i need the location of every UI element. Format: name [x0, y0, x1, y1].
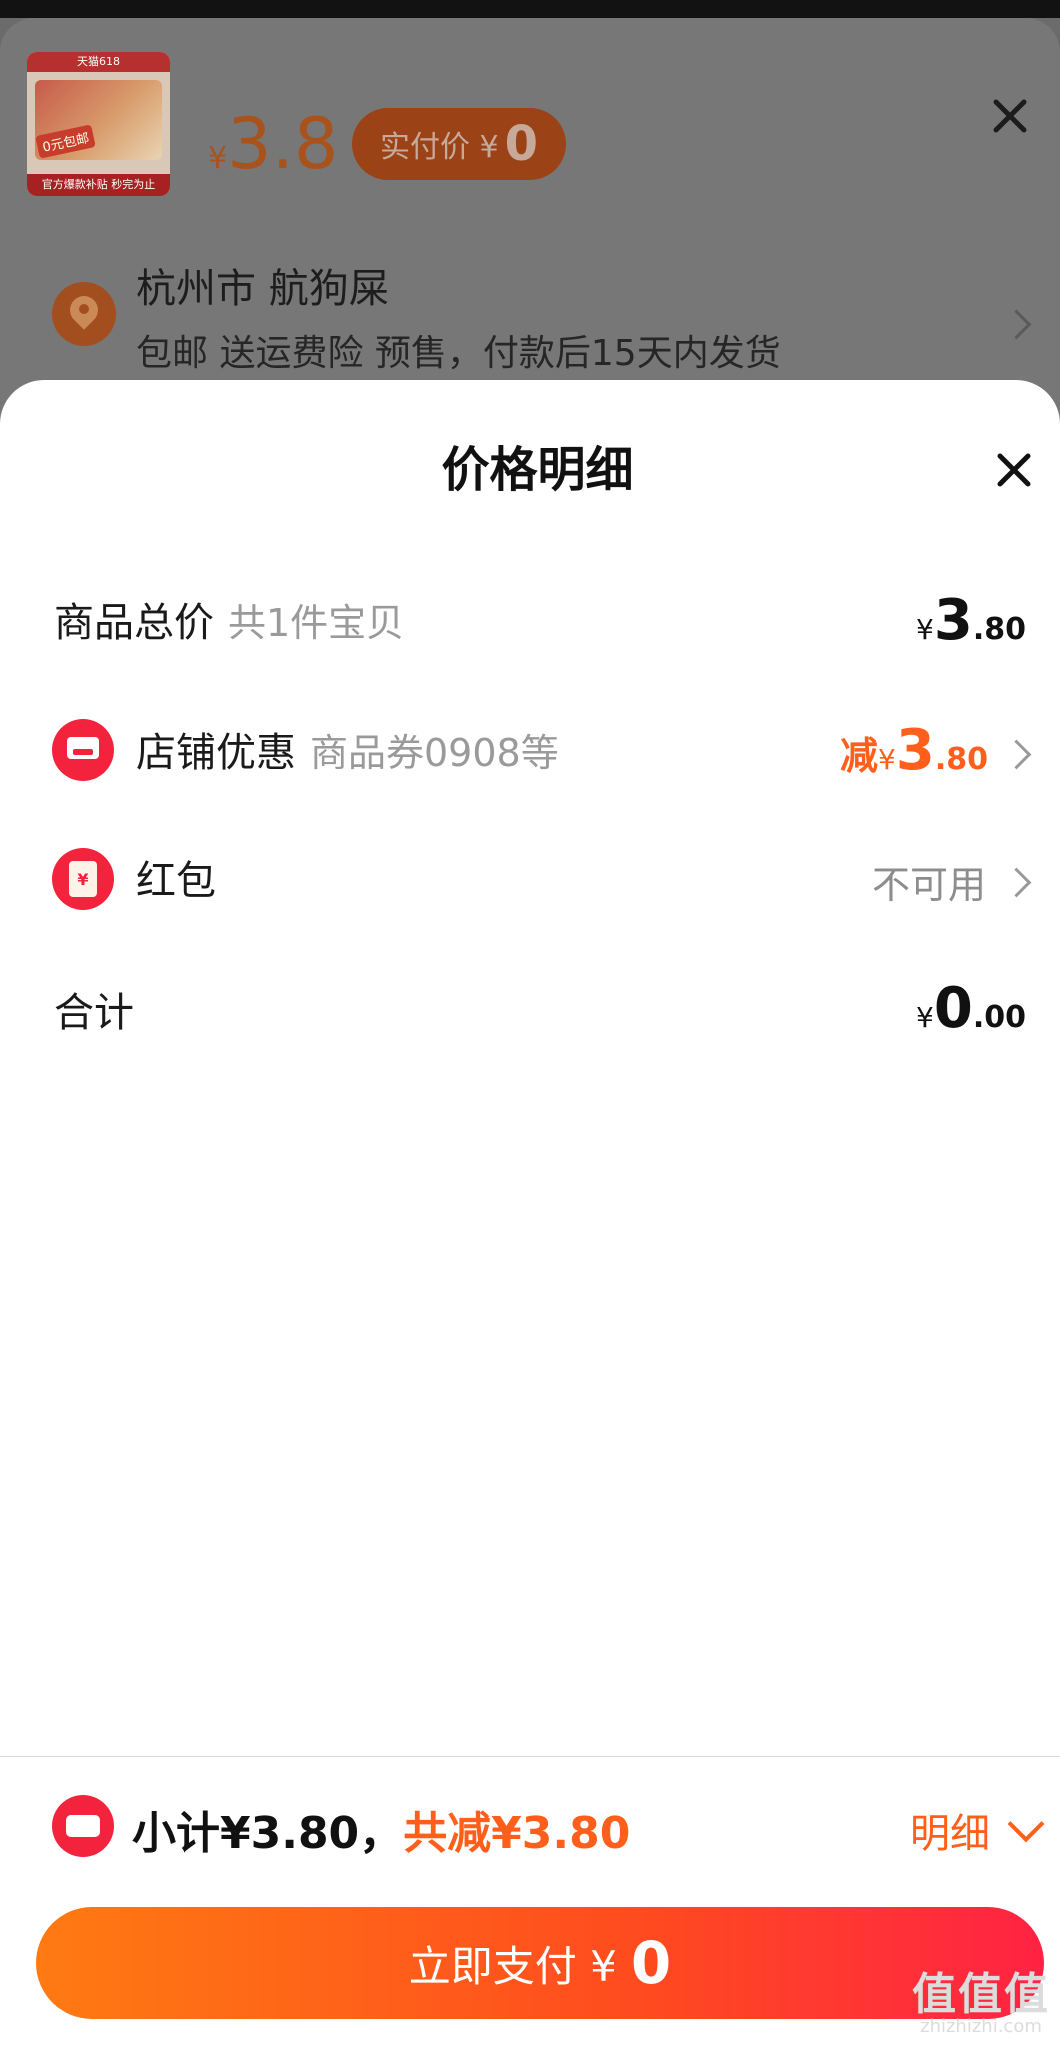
pay-value: 0	[630, 1929, 672, 1997]
saved-value: 共减¥3.80	[403, 1808, 631, 1859]
chevron-right-icon[interactable]	[1001, 739, 1032, 770]
subtotal-value: 小计¥3.80，	[132, 1808, 404, 1859]
store-discount-label[interactable]: 店铺优惠 商品券0908等	[136, 720, 559, 778]
watermark-sub: zhizhizhi.com	[920, 2016, 1042, 2037]
goods-total-label: 商品总价 共1件宝贝	[54, 590, 404, 648]
pay-now-button[interactable]: 立即支付 ¥ 0	[36, 1907, 1044, 2019]
price-detail-panel: 价格明细 商品总价 共1件宝贝 ¥3.80 店铺优惠 商品券0908等 减¥3.80…	[0, 380, 1060, 1756]
price-value: 3.8	[227, 103, 339, 185]
goods-total-amount: ¥3.80	[916, 588, 1026, 653]
thumb-bottom-text: 官方爆款补贴 秒完为止	[27, 174, 170, 196]
paid-price-pill: 实付价 ¥ 0	[352, 108, 567, 180]
grand-total-amount: ¥0.00	[916, 976, 1026, 1041]
chevron-right-icon[interactable]	[1001, 309, 1032, 340]
close-icon[interactable]	[994, 450, 1034, 490]
amount-dec: .80	[934, 742, 988, 777]
panel-title: 价格明细	[441, 442, 634, 498]
ticket-icon	[52, 1795, 114, 1857]
paid-label: 实付价 ¥	[380, 130, 499, 165]
amount-yen: ¥	[916, 1001, 934, 1034]
product-thumbnail[interactable]: 天猫618 0元包邮 官方爆款补贴 秒完为止	[27, 52, 170, 196]
product-sheet: 天猫618 0元包邮 官方爆款补贴 秒完为止 ¥3.8 实付价 ¥ 0 杭州市 …	[0, 18, 1060, 438]
delivery-info: 包邮 送运费险 预售，付款后15天内发货	[136, 333, 781, 374]
status-bar-strip	[0, 0, 1060, 18]
amount-int: 0	[933, 976, 973, 1041]
goods-count: 共1件宝贝	[228, 601, 405, 645]
amount-int: 3	[933, 588, 973, 653]
price-symbol: ¥	[208, 141, 228, 176]
watermark: 值值值 zhizhizhi.com	[906, 1958, 1056, 2037]
goods-total-text: 商品总价	[54, 600, 214, 646]
subtotal-text: 小计¥3.80，共减¥3.80	[132, 1797, 630, 1861]
location-pin-icon	[52, 282, 116, 346]
amount-dec: .00	[972, 1000, 1026, 1035]
amount-yen: ¥	[878, 743, 896, 776]
amount-dec: .80	[972, 612, 1026, 647]
close-icon[interactable]	[990, 96, 1030, 136]
amount-yen: ¥	[916, 613, 934, 646]
chevron-right-icon[interactable]	[1001, 867, 1032, 898]
envelope-glyph: ¥	[69, 861, 97, 897]
red-envelope-icon: ¥	[52, 848, 114, 910]
product-price: ¥3.8	[208, 104, 338, 199]
discount-prefix: 减	[840, 734, 879, 778]
store-discount-amount[interactable]: 减¥3.80	[840, 718, 988, 783]
paid-value: 0	[504, 116, 539, 172]
amount-int: 3	[895, 718, 935, 783]
red-envelope-label[interactable]: 红包	[136, 848, 216, 906]
thumb-top-text: 天猫618	[27, 52, 170, 72]
address-line[interactable]: 杭州市 航狗屎	[136, 256, 389, 314]
coupon-name: 商品券0908等	[310, 731, 559, 775]
detail-toggle[interactable]: 明细	[910, 1801, 990, 1859]
grand-total-label: 合计	[54, 990, 134, 1036]
red-envelope-status[interactable]: 不可用	[872, 854, 986, 909]
store-discount-text: 店铺优惠	[136, 730, 296, 776]
chevron-down-icon[interactable]	[1007, 1805, 1045, 1843]
watermark-main: 值值值	[912, 1969, 1050, 2020]
store-icon	[52, 719, 114, 781]
pay-label: 立即支付 ¥	[408, 1941, 617, 1991]
checkout-bar: 小计¥3.80，共减¥3.80 明细 立即支付 ¥ 0	[0, 1756, 1060, 2049]
